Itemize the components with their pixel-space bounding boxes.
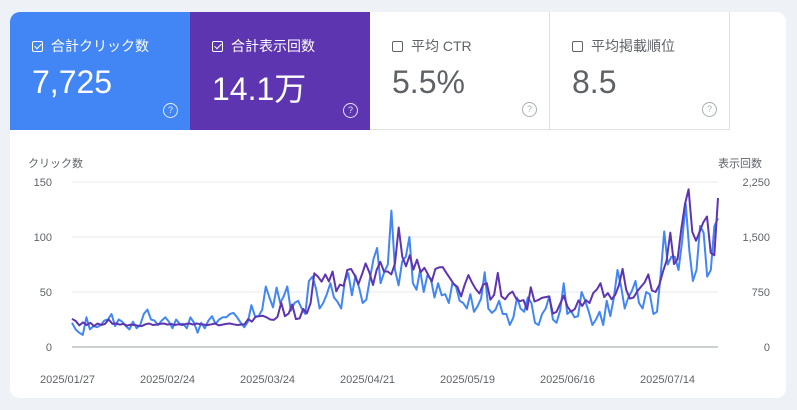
total-clicks-card[interactable]: 合計クリック数 7,725 ? [10, 12, 190, 130]
performance-chart[interactable]: クリック数 表示回数 0 0 50 750 100 1,500 150 2,250 2025/0… [10, 142, 786, 392]
left-axis-tick-label: 150 [34, 177, 52, 189]
metric-cards: 合計クリック数 7,725 ? 合計表示回数 14.1万 ? 平均 CTR 5.… [10, 12, 786, 130]
total-impressions-label: 合計表示回数 [231, 38, 315, 54]
checkbox-icon[interactable] [32, 40, 43, 52]
average-position-value: 8.5 [572, 64, 617, 100]
total-impressions-card[interactable]: 合計表示回数 14.1万 ? [190, 12, 370, 130]
x-axis-tick-label: 2025/03/24 [240, 374, 295, 386]
total-impressions-value: 14.1万 [212, 71, 307, 107]
total-impressions-header: 合計表示回数 [212, 36, 315, 56]
right-axis-tick-label: 750 [752, 287, 770, 299]
checkbox-icon[interactable] [392, 40, 403, 52]
left-axis-tick-label: 100 [34, 232, 52, 244]
x-axis-tick-label: 2025/04/21 [340, 374, 395, 386]
x-axis-tick-label: 2025/01/27 [40, 374, 95, 386]
impressions-series-line [71, 188, 719, 328]
checkbox-icon[interactable] [572, 40, 583, 52]
x-axis-tick-label: 2025/06/16 [540, 374, 595, 386]
right-axis-tick-label: 1,500 [742, 232, 770, 244]
checkbox-icon[interactable] [212, 40, 223, 52]
clicks-series-line [71, 203, 719, 336]
left-axis-title: クリック数 [28, 157, 83, 170]
left-axis-tick-label: 0 [46, 342, 52, 354]
help-icon[interactable]: ? [343, 103, 358, 118]
average-ctr-card[interactable]: 平均 CTR 5.5% ? [370, 12, 550, 130]
x-axis-tick-label: 2025/02/24 [140, 374, 195, 386]
x-axis-tick-label: 2025/07/14 [640, 374, 695, 386]
total-clicks-value: 7,725 [32, 64, 113, 100]
average-ctr-label: 平均 CTR [411, 38, 472, 54]
average-position-label: 平均掲載順位 [591, 38, 675, 54]
average-position-card[interactable]: 平均掲載順位 8.5 ? [550, 12, 730, 130]
average-ctr-value: 5.5% [392, 64, 465, 100]
help-icon[interactable]: ? [522, 102, 537, 117]
right-axis-tick-label: 0 [764, 342, 770, 354]
help-icon[interactable]: ? [702, 102, 717, 117]
series-lines [71, 188, 719, 336]
average-ctr-header: 平均 CTR [392, 36, 472, 56]
performance-panel: 合計クリック数 7,725 ? 合計表示回数 14.1万 ? 平均 CTR 5.… [10, 12, 786, 398]
total-clicks-header: 合計クリック数 [32, 36, 149, 56]
average-position-header: 平均掲載順位 [572, 36, 675, 56]
right-axis-title: 表示回数 [718, 156, 762, 170]
left-axis-tick-label: 50 [40, 287, 52, 299]
total-clicks-label: 合計クリック数 [51, 38, 149, 54]
help-icon[interactable]: ? [163, 103, 178, 118]
right-axis-tick-label: 2,250 [742, 177, 770, 189]
x-axis-tick-label: 2025/05/19 [440, 374, 495, 386]
